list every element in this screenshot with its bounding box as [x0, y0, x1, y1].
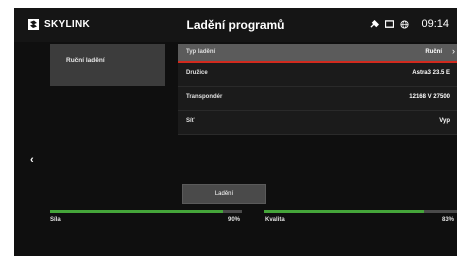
signal-strength-value: 90%: [228, 217, 241, 223]
row-satellite[interactable]: Družice Astra3 23.5 E: [178, 63, 457, 87]
row-value: Vyp: [439, 118, 450, 124]
menu-item-manual-tuning[interactable]: Ruční ladění: [50, 44, 165, 86]
signal-quality-bar: [264, 210, 457, 213]
row-label: Typ ladění: [186, 49, 216, 55]
tune-button[interactable]: Ladění: [182, 184, 266, 204]
row-network[interactable]: Síť Vyp: [178, 111, 457, 135]
signal-strength-fill: [50, 210, 223, 213]
chevron-left-icon[interactable]: ‹: [30, 154, 34, 166]
row-tuning-type[interactable]: Typ ladění Ruční ›: [178, 44, 457, 63]
row-value: 12168 V 27500: [409, 94, 450, 100]
signal-quality-label: Kvalita: [265, 217, 285, 223]
row-label: Družice: [186, 70, 208, 76]
row-label: Transpondér: [186, 94, 223, 100]
signal-quality-fill: [264, 210, 425, 213]
row-value: Ruční: [425, 49, 442, 55]
menu-item-label: Ruční ladění: [66, 57, 105, 64]
settings-list: Typ ladění Ruční › Družice Astra3 23.5 E…: [178, 44, 457, 135]
row-label: Síť: [186, 118, 195, 124]
status-area: 09:14: [370, 18, 449, 30]
tv-screen: SKYLINK Ladění programů 09:14 Ruční ladě…: [14, 8, 457, 256]
row-value: Astra3 23.5 E: [412, 70, 450, 76]
signal-quality-value: 83%: [442, 217, 455, 223]
tv-icon: [385, 19, 395, 28]
clock-time: 09:14: [421, 18, 449, 30]
header-bar: SKYLINK Ladění programů 09:14: [14, 8, 457, 42]
globe-icon: [400, 19, 410, 29]
signal-strength-bar: [50, 210, 242, 213]
row-transponder[interactable]: Transpondér 12168 V 27500: [178, 87, 457, 111]
signal-strength-label: Síla: [50, 217, 61, 223]
satellite-icon: [370, 19, 380, 28]
chevron-right-icon[interactable]: ›: [452, 46, 455, 56]
